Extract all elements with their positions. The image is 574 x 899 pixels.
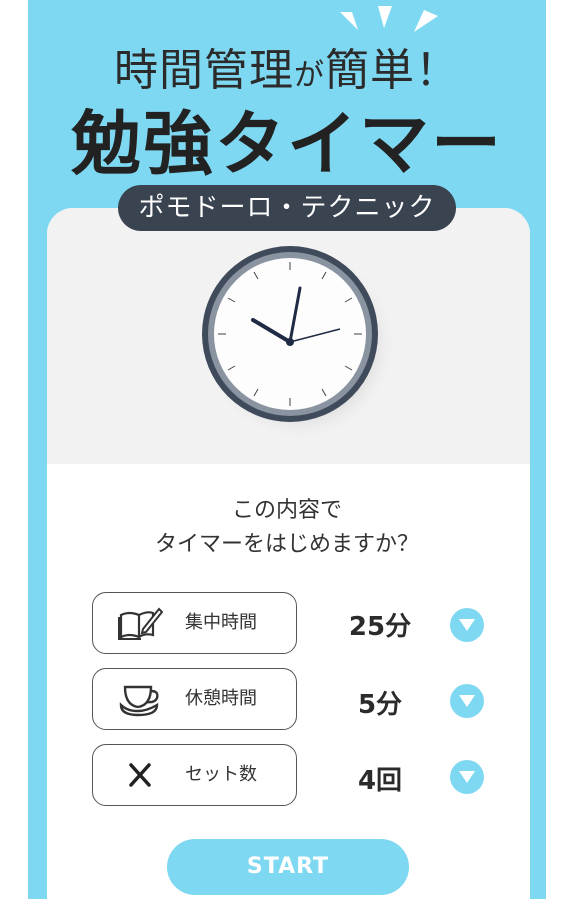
set-count-setting[interactable]: セット数 — [92, 744, 297, 806]
break-time-label: 休憩時間 — [185, 688, 257, 709]
break-time-setting[interactable]: 休憩時間 — [92, 668, 297, 730]
clock-photo — [47, 208, 530, 464]
focus-time-label: 集中時間 — [185, 612, 257, 633]
question-line-2: タイマーをはじめますか？ — [154, 532, 419, 557]
times-icon — [129, 763, 151, 787]
focus-time-setting[interactable]: 集中時間 — [92, 592, 297, 654]
set-count-label: セット数 — [185, 764, 257, 785]
break-time-dropdown-button[interactable] — [450, 684, 484, 718]
focus-time-dropdown-button[interactable] — [450, 608, 484, 642]
chevron-down-icon — [459, 695, 475, 707]
book-pencil-icon — [118, 607, 163, 640]
confirm-question: この内容で タイマーをはじめますか？ — [0, 494, 574, 562]
chevron-down-icon — [459, 771, 475, 783]
technique-badge: ポモドーロ・テクニック — [118, 185, 456, 231]
chevron-down-icon — [459, 619, 475, 631]
main-title: 勉強タイマー — [71, 103, 503, 185]
start-button[interactable]: START — [167, 839, 409, 895]
break-time-value: 5分 — [357, 690, 403, 720]
set-count-dropdown-button[interactable] — [450, 760, 484, 794]
wall-clock-icon — [201, 246, 397, 442]
question-line-1: この内容で — [231, 498, 342, 523]
coffee-cup-icon — [119, 685, 159, 717]
focus-time-value: 25分 — [348, 612, 412, 642]
set-count-value: 4回 — [357, 766, 403, 796]
